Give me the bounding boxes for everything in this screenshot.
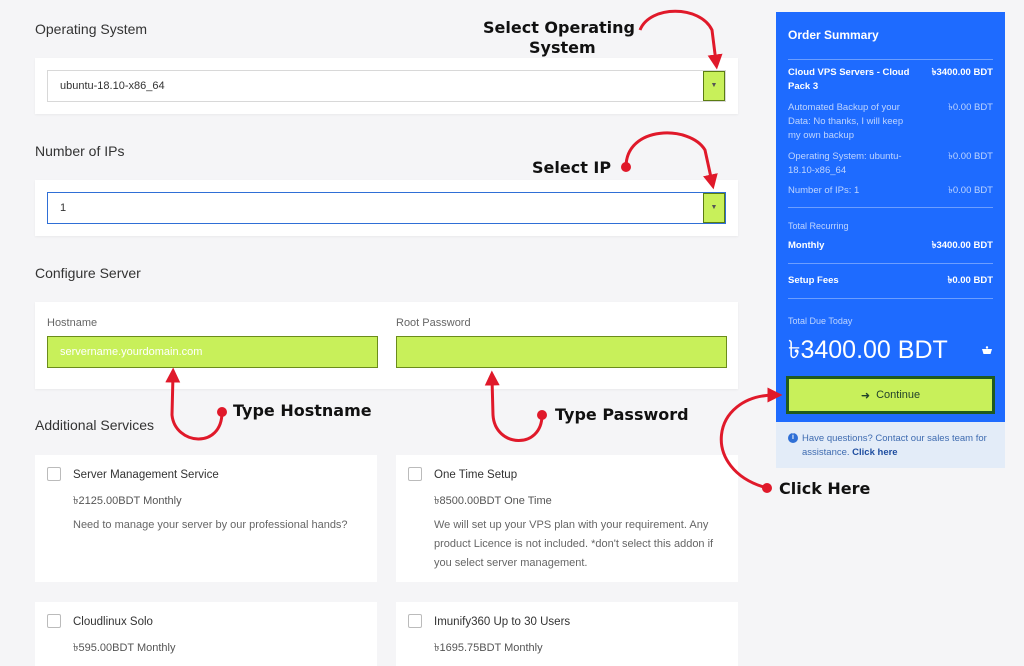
cart-icon [981, 346, 993, 359]
service-card[interactable]: One Time Setup ৳8500.00BDT One Time We w… [396, 455, 738, 582]
service-description: We will set up your VPS plan with your r… [434, 519, 714, 569]
ips-section-title: Number of IPs [35, 143, 125, 159]
monthly-label: Monthly [788, 240, 825, 251]
info-icon: i [788, 433, 798, 443]
annotation-arrow [624, 131, 718, 190]
service-checkbox[interactable] [408, 614, 422, 628]
os-select[interactable]: ubuntu-18.10-x86_64 ▼ [47, 70, 726, 102]
service-checkbox[interactable] [47, 614, 61, 628]
root-password-input[interactable] [396, 336, 727, 368]
annotation-dot [621, 162, 631, 172]
service-title: Server Management Service [73, 469, 219, 481]
summary-row-value: ৳0.00 BDT [948, 102, 993, 113]
total-due-amount: ৳3400.00 BDT [788, 336, 948, 364]
total-recurring-text: Total Recurring [788, 221, 849, 231]
service-checkbox[interactable] [47, 467, 61, 481]
configure-section-title: Configure Server [35, 265, 141, 281]
summary-row-label: Cloud VPS Servers - Cloud Pack 3 [788, 67, 910, 92]
service-price: ৳8500.00BDT One Time [434, 495, 552, 507]
chevron-down-icon[interactable]: ▼ [703, 71, 725, 101]
total-due-label: Total Due Today [788, 316, 853, 326]
summary-divider [788, 207, 993, 208]
annotation-dot [537, 410, 547, 420]
service-description: Need to manage your server by our profes… [73, 519, 348, 531]
summary-divider [788, 263, 993, 264]
password-label: Root Password [396, 317, 471, 329]
service-price: ৳1695.75BDT Monthly [434, 642, 543, 654]
hostname-input[interactable]: servername.yourdomain.com [47, 336, 378, 368]
annotation-select-os-line1: Select Operating [483, 18, 635, 37]
summary-row-label: Operating System: ubuntu-18.10-x86_64 [788, 151, 902, 176]
help-link[interactable]: Click here [852, 447, 897, 458]
chevron-down-icon[interactable]: ▼ [703, 193, 725, 223]
annotation-type-password: Type Password [555, 405, 689, 424]
ips-panel: 1 ▼ [35, 180, 738, 236]
service-title: Cloudlinux Solo [73, 616, 153, 628]
annotation-select-ip: Select IP [532, 158, 612, 177]
summary-row-label: Automated Backup of your Data: No thanks… [788, 102, 904, 141]
help-box: i Have questions? Contact our sales team… [776, 422, 1005, 468]
service-card[interactable]: Cloudlinux Solo ৳595.00BDT Monthly [35, 602, 377, 666]
annotation-click-here: Click Here [779, 479, 871, 498]
service-title: Imunify360 Up to 30 Users [434, 616, 571, 628]
setup-fees-value: ৳0.00 BDT [947, 275, 993, 286]
arrow-right-icon: ➜ [860, 389, 871, 402]
annotation-dot [217, 407, 227, 417]
summary-row-value: ৳0.00 BDT [948, 185, 993, 196]
summary-row-label: Number of IPs: 1 [788, 185, 860, 196]
service-checkbox[interactable] [408, 467, 422, 481]
annotation-type-hostname: Type Hostname [233, 401, 372, 420]
service-card[interactable]: Server Management Service ৳2125.00BDT Mo… [35, 455, 377, 582]
monthly-value: ৳3400.00 BDT [931, 240, 993, 251]
summary-divider [788, 59, 993, 60]
continue-label: Continue [876, 389, 921, 401]
order-summary: Order Summary Cloud VPS Servers - Cloud … [776, 12, 1005, 422]
hostname-placeholder: servername.yourdomain.com [60, 346, 203, 358]
configure-panel: Hostname servername.yourdomain.com Root … [35, 302, 738, 389]
annotation-dot [762, 483, 772, 493]
os-panel: ubuntu-18.10-x86_64 ▼ [35, 58, 738, 114]
summary-row-value: ৳0.00 BDT [948, 151, 993, 162]
order-summary-title: Order Summary [788, 28, 879, 42]
summary-divider [788, 298, 993, 299]
continue-button[interactable]: ➜ Continue [786, 376, 995, 414]
service-card[interactable]: Imunify360 Up to 30 Users ৳1695.75BDT Mo… [396, 602, 738, 666]
os-select-value: ubuntu-18.10-x86_64 [60, 80, 165, 92]
annotation-select-os-line2: System [529, 38, 596, 57]
summary-row-value: ৳3400.00 BDT [931, 67, 993, 78]
service-price: ৳595.00BDT Monthly [73, 642, 176, 654]
setup-fees-label: Setup Fees [788, 275, 839, 286]
ip-select[interactable]: 1 ▼ [47, 192, 726, 224]
annotation-arrow [638, 9, 723, 70]
os-section-title: Operating System [35, 21, 148, 37]
additional-services-title: Additional Services [35, 417, 155, 433]
ip-select-value: 1 [60, 202, 67, 214]
service-price: ৳2125.00BDT Monthly [73, 495, 182, 507]
hostname-label: Hostname [47, 317, 98, 329]
service-title: One Time Setup [434, 469, 518, 481]
